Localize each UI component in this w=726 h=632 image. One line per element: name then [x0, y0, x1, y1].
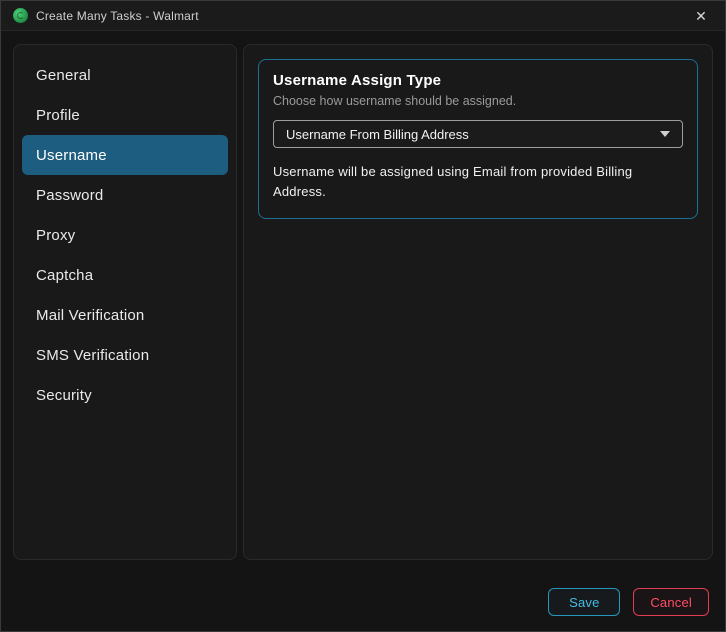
sidebar-item-username[interactable]: Username: [22, 135, 228, 175]
sidebar-item-proxy[interactable]: Proxy: [22, 215, 228, 255]
cancel-button[interactable]: Cancel: [633, 588, 709, 616]
chevron-down-icon: [660, 131, 670, 137]
username-assign-type-dropdown[interactable]: Username From Billing Address: [273, 120, 683, 148]
sidebar-item-password[interactable]: Password: [22, 175, 228, 215]
create-many-tasks-window: Create Many Tasks - Walmart ✕ General Pr…: [0, 0, 726, 632]
sidebar: General Profile Username Password Proxy …: [13, 44, 237, 560]
sidebar-item-sms-verification[interactable]: SMS Verification: [22, 335, 228, 375]
username-assign-card: Username Assign Type Choose how username…: [258, 59, 698, 219]
sidebar-item-security[interactable]: Security: [22, 375, 228, 415]
sidebar-item-captcha[interactable]: Captcha: [22, 255, 228, 295]
sidebar-item-mail-verification[interactable]: Mail Verification: [22, 295, 228, 335]
section-subtitle: Choose how username should be assigned.: [273, 94, 683, 108]
close-icon[interactable]: ✕: [687, 4, 715, 28]
sidebar-item-general[interactable]: General: [22, 55, 228, 95]
section-title: Username Assign Type: [273, 72, 683, 89]
footer: Save Cancel: [1, 573, 725, 631]
main-area: General Profile Username Password Proxy …: [1, 31, 725, 573]
window-title: Create Many Tasks - Walmart: [36, 9, 687, 23]
sidebar-item-profile[interactable]: Profile: [22, 95, 228, 135]
app-icon: [13, 8, 28, 23]
save-button[interactable]: Save: [548, 588, 620, 616]
titlebar: Create Many Tasks - Walmart ✕: [1, 1, 725, 31]
content-panel: Username Assign Type Choose how username…: [243, 44, 713, 560]
assign-type-description: Username will be assigned using Email fr…: [273, 162, 683, 202]
dropdown-selected-value: Username From Billing Address: [286, 127, 652, 142]
